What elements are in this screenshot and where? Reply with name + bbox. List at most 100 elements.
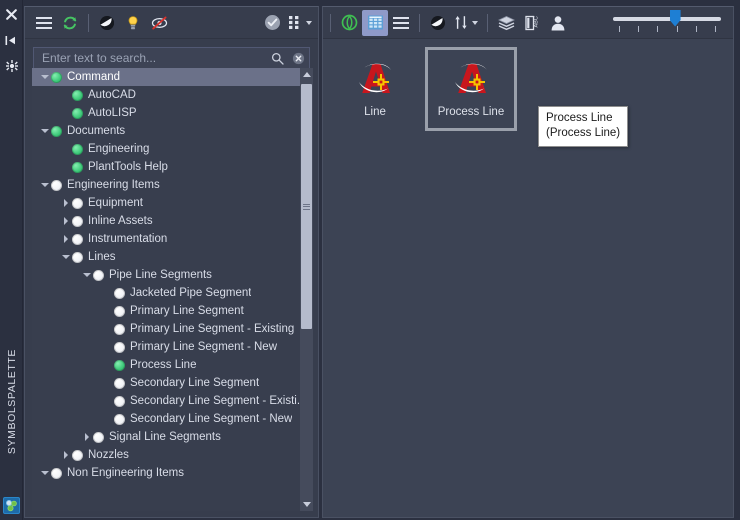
tree-expander-icon[interactable] bbox=[38, 68, 51, 86]
symbol-cell[interactable]: Line bbox=[329, 47, 421, 131]
no-preview-icon[interactable] bbox=[146, 11, 172, 35]
tree-expander-icon[interactable] bbox=[59, 194, 72, 212]
symbol-content-panel: ABC Line Process Line Process Line (Proc… bbox=[322, 6, 734, 518]
status-bullet-icon bbox=[51, 179, 62, 191]
tree-row-label: Equipment bbox=[88, 197, 143, 209]
autocad-logo-icon bbox=[359, 63, 391, 93]
auto-hide-pin-icon[interactable] bbox=[0, 30, 23, 50]
tooltip-line-2: (Process Line) bbox=[546, 127, 621, 139]
slider-thumb[interactable] bbox=[669, 9, 681, 27]
search-box[interactable] bbox=[33, 47, 310, 69]
tree-row-label: Documents bbox=[67, 125, 126, 137]
contrast-icon-right[interactable] bbox=[425, 10, 451, 36]
status-bullet-icon bbox=[114, 341, 125, 353]
lightbulb-icon[interactable] bbox=[120, 11, 146, 35]
tree-row[interactable]: Process Line bbox=[32, 356, 313, 374]
tree-row-label: PlantTools Help bbox=[88, 161, 168, 173]
tree-row[interactable]: Primary Line Segment - Existing bbox=[32, 320, 313, 338]
tree-expander-icon[interactable] bbox=[38, 176, 51, 194]
layers-icon[interactable] bbox=[493, 10, 519, 36]
symbol-cell[interactable]: Process Line bbox=[425, 47, 517, 131]
autocad-logo-icon bbox=[451, 60, 491, 100]
list-view-icon[interactable] bbox=[388, 10, 414, 36]
symbol-tooltip: Process Line (Process Line) bbox=[538, 106, 629, 147]
tree-twisty-placeholder bbox=[59, 104, 72, 122]
tree-expander-icon[interactable] bbox=[80, 428, 93, 446]
user-icon[interactable] bbox=[545, 10, 571, 36]
tree-scrollbar[interactable] bbox=[300, 68, 313, 511]
tree-row[interactable]: Secondary Line Segment bbox=[32, 374, 313, 392]
tree-twisty-placeholder bbox=[59, 140, 72, 158]
sort-icon[interactable] bbox=[451, 10, 471, 36]
tree-row[interactable]: AutoLISP bbox=[32, 104, 313, 122]
tree-row[interactable]: Documents bbox=[32, 122, 313, 140]
tree-row[interactable]: Secondary Line Segment - New bbox=[32, 410, 313, 428]
icon-size-slider[interactable] bbox=[611, 8, 723, 38]
tree-row[interactable]: Equipment bbox=[32, 194, 313, 212]
refresh-icon[interactable] bbox=[57, 11, 83, 35]
tree-expander-icon[interactable] bbox=[59, 446, 72, 464]
tree-row[interactable]: AutoCAD bbox=[32, 86, 313, 104]
grid-view-icon[interactable] bbox=[362, 9, 388, 36]
tree-row-label: Signal Line Segments bbox=[109, 431, 221, 443]
tree-twisty-placeholder bbox=[101, 302, 114, 320]
toolbar-separator-1 bbox=[419, 13, 420, 32]
tree-row-label: Pipe Line Segments bbox=[109, 269, 212, 281]
check-circle-icon[interactable] bbox=[259, 11, 285, 35]
tree-expander-icon[interactable] bbox=[38, 464, 51, 482]
menu-icon[interactable] bbox=[31, 11, 57, 35]
tree-row[interactable]: Pipe Line Segments bbox=[32, 266, 313, 284]
tree-row[interactable]: Primary Line Segment - New bbox=[32, 338, 313, 356]
slider-ticks bbox=[613, 25, 721, 33]
symbol-tree[interactable]: Command AutoCAD AutoLISP Documents Engineeri… bbox=[32, 68, 313, 511]
palette-toolbar bbox=[25, 7, 318, 39]
tree-rows: Command AutoCAD AutoLISP Documents Engineeri… bbox=[32, 68, 313, 482]
tree-row[interactable]: Command bbox=[32, 68, 313, 86]
abc-label-icon[interactable]: ABC bbox=[519, 10, 545, 36]
tree-row[interactable]: PlantTools Help bbox=[32, 158, 313, 176]
grid-options-icon[interactable] bbox=[285, 11, 305, 35]
scrollbar-thumb[interactable] bbox=[301, 84, 312, 329]
tree-row-label: Command bbox=[67, 71, 121, 83]
tree-row[interactable]: Jacketed Pipe Segment bbox=[32, 284, 313, 302]
symbol-palette-icon[interactable] bbox=[3, 497, 20, 514]
tree-expander-icon[interactable] bbox=[59, 248, 72, 266]
scope-globe-icon[interactable] bbox=[336, 10, 362, 36]
symbol-grid: Line Process Line bbox=[323, 39, 733, 139]
status-bullet-icon bbox=[114, 323, 125, 335]
scroll-up-button[interactable] bbox=[300, 68, 313, 81]
contrast-icon[interactable] bbox=[94, 11, 120, 35]
tree-expander-icon[interactable] bbox=[80, 266, 93, 284]
tree-expander-icon[interactable] bbox=[59, 230, 72, 248]
tree-expander-icon[interactable] bbox=[38, 122, 51, 140]
content-toolbar: ABC bbox=[323, 7, 733, 39]
tree-row[interactable]: Secondary Line Segment - Existi... bbox=[32, 392, 313, 410]
status-bullet-icon bbox=[114, 377, 125, 389]
clear-icon[interactable] bbox=[287, 52, 309, 65]
tree-row[interactable]: Signal Line Segments bbox=[32, 428, 313, 446]
tree-expander-icon[interactable] bbox=[59, 212, 72, 230]
tree-row[interactable]: Non Engineering Items bbox=[32, 464, 313, 482]
tree-row[interactable]: Inline Assets bbox=[32, 212, 313, 230]
tree-twisty-placeholder bbox=[101, 284, 114, 302]
close-icon[interactable] bbox=[0, 4, 23, 24]
chevron-down-icon[interactable] bbox=[306, 20, 312, 25]
tree-row[interactable]: Lines bbox=[32, 248, 313, 266]
tree-row[interactable]: Instrumentation bbox=[32, 230, 313, 248]
search-input[interactable] bbox=[34, 48, 267, 68]
settings-gear-icon[interactable] bbox=[0, 56, 23, 76]
tree-row[interactable]: Engineering Items bbox=[32, 176, 313, 194]
status-bullet-active-icon bbox=[51, 125, 62, 137]
symbol-tree-panel: Command AutoCAD AutoLISP Documents Engineeri… bbox=[24, 6, 319, 518]
search-icon[interactable] bbox=[267, 52, 287, 65]
symbol-palette-window: SYMBOLSPALETTE Enter text to search... C… bbox=[0, 0, 740, 520]
slider-track[interactable] bbox=[613, 16, 721, 21]
tree-row-label: Engineering bbox=[88, 143, 150, 155]
tree-twisty-placeholder bbox=[101, 338, 114, 356]
tree-row[interactable]: Engineering bbox=[32, 140, 313, 158]
tree-row[interactable]: Primary Line Segment bbox=[32, 302, 313, 320]
tree-row[interactable]: Nozzles bbox=[32, 446, 313, 464]
scroll-down-button[interactable] bbox=[300, 498, 313, 511]
status-bullet-icon bbox=[93, 269, 104, 281]
sort-chevron-down-icon[interactable] bbox=[472, 20, 478, 25]
